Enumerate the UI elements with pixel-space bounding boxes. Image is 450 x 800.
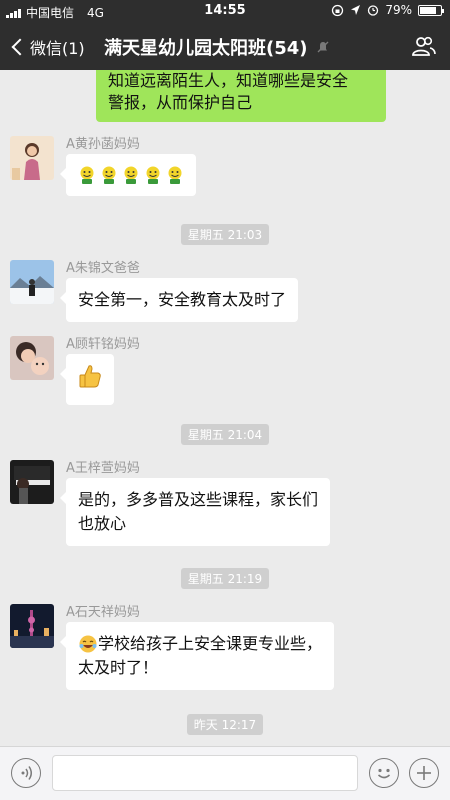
mute-icon [317, 41, 328, 53]
voice-button[interactable] [11, 758, 41, 788]
timestamp-label: 星期五 21:03 [180, 224, 270, 245]
message-input[interactable] [52, 755, 358, 791]
chat-list[interactable]: 知道远离陌生人，知道哪些是安全 警报，从而保护自己 A黄孙菡妈妈 星期五 21:… [0, 70, 450, 746]
message-text: 安全第一，安全教育太及时了 [78, 290, 287, 309]
more-button[interactable] [409, 758, 439, 788]
message-bubble[interactable]: 学校给孩子上安全课更专业些， 太及时了！ [59, 622, 335, 690]
timestamp-label: 星期五 21:04 [180, 424, 270, 445]
chat-title-text: 满天星幼儿园太阳班(54) [104, 38, 308, 59]
chat-title: 满天星幼儿园太阳班(54) [104, 34, 330, 60]
status-right: 79% [331, 3, 444, 17]
timestamp: 星期五 21:19 [0, 568, 450, 589]
sender-name: A朱锦文爸爸 [66, 261, 140, 276]
message-text-line: 学校给孩子上安全课更专业些， [78, 632, 322, 656]
input-bar [0, 746, 450, 800]
timestamp: 星期五 21:04 [0, 424, 450, 445]
avatar[interactable] [10, 460, 54, 504]
self-message-bubble[interactable]: 知道远离陌生人，知道哪些是安全 警报，从而保护自己 [96, 70, 386, 122]
self-message-line: 知道远离陌生人，知道哪些是安全 [108, 71, 349, 90]
thumbs-up-icon [79, 365, 101, 388]
avatar[interactable] [10, 136, 54, 180]
back-label: 微信(1) [30, 39, 85, 58]
timestamp: 星期五 21:03 [0, 224, 450, 245]
chevron-left-icon [11, 38, 29, 56]
battery-icon [418, 4, 444, 16]
orientation-lock-icon [332, 4, 344, 16]
message-bubble[interactable] [60, 354, 114, 405]
back-button[interactable]: 微信(1) [8, 35, 85, 59]
smiley-icon [146, 166, 160, 184]
smiley-icon [102, 166, 116, 184]
message-text: 学校给孩子上安全课更专业些， [98, 634, 323, 653]
smiley-icon [80, 166, 94, 184]
emoji-icon [377, 768, 390, 778]
sender-name: A王梓萱妈妈 [66, 461, 140, 476]
message-bubble[interactable] [60, 154, 196, 196]
timestamp-label: 昨天 12:17 [186, 714, 264, 735]
smiley-icon [168, 166, 182, 184]
sender-name: A黄孙菡妈妈 [66, 137, 140, 152]
smiley-icon [124, 166, 138, 184]
emoji-button[interactable] [369, 758, 399, 788]
message-text-line: 也放心 [78, 514, 127, 533]
avatar[interactable] [10, 260, 54, 304]
laughing-face-icon [79, 635, 97, 653]
message-bubble[interactable]: 安全第一，安全教育太及时了 [59, 278, 299, 322]
battery-level-fill [420, 6, 436, 14]
message-bubble[interactable]: 是的，多多普及这些课程，家长们 也放心 [59, 478, 331, 546]
sender-name: A顾轩铭妈妈 [66, 337, 140, 352]
nav-bar: 微信(1) 满天星幼儿园太阳班(54) [0, 22, 450, 70]
message-text-line: 太及时了！ [78, 658, 159, 677]
group-members-icon[interactable] [412, 35, 436, 57]
location-icon [351, 5, 361, 15]
sender-name: A石天祥妈妈 [66, 605, 140, 620]
status-bar: 中国电信 4G 14:55 79% [0, 0, 450, 22]
plus-icon [416, 765, 431, 780]
timestamp-label: 星期五 21:19 [180, 568, 270, 589]
self-message-line: 警报，从而保护自己 [108, 93, 253, 112]
alarm-icon [368, 5, 379, 16]
avatar[interactable] [10, 336, 54, 380]
battery-percent: 79% [385, 3, 412, 17]
avatar[interactable] [10, 604, 54, 648]
voice-icon [21, 765, 32, 780]
timestamp: 昨天 12:17 [0, 714, 450, 735]
smiley-row-icon [78, 165, 184, 185]
message-text-line: 是的，多多普及这些课程，家长们 [78, 490, 319, 509]
